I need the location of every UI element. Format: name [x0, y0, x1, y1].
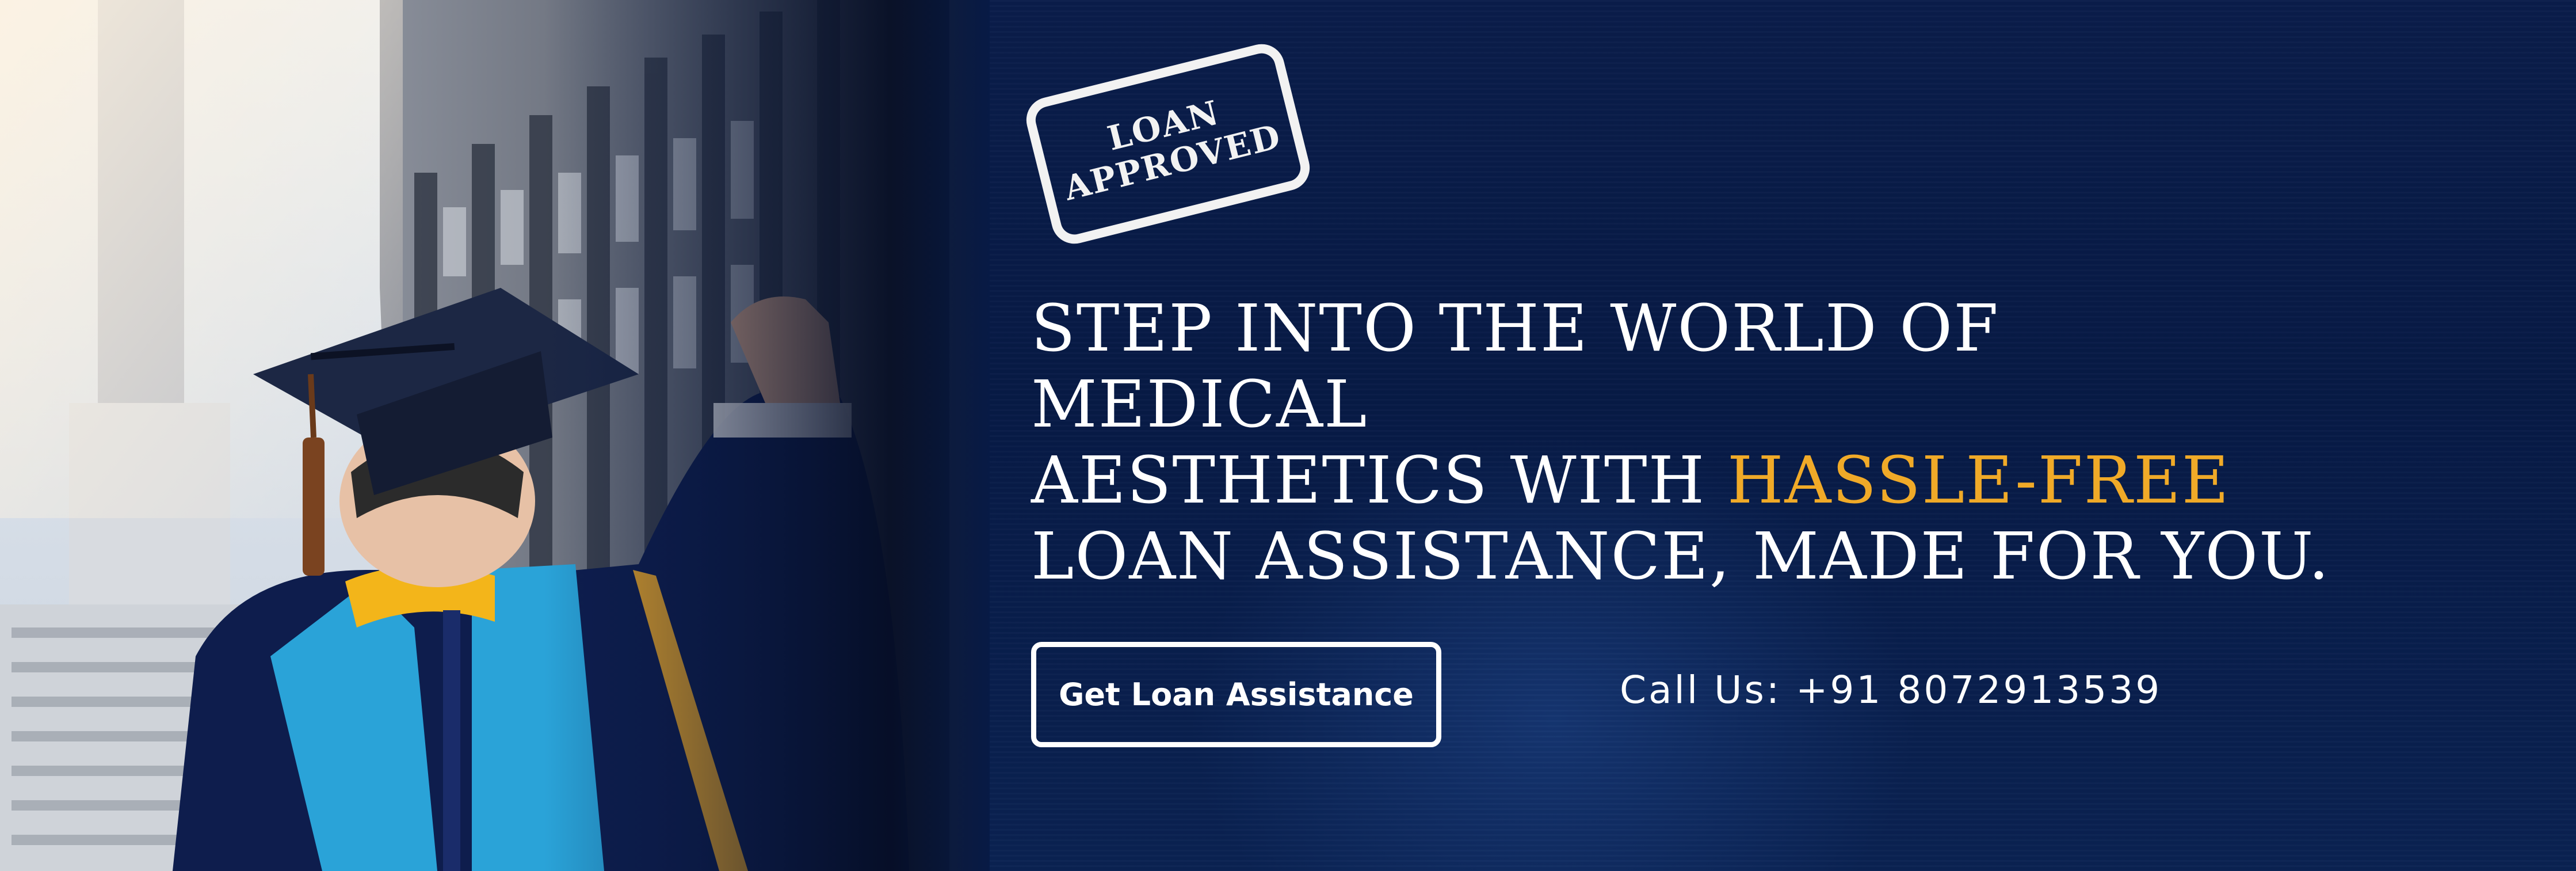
headline-accent: HASSLE-FREE [1727, 443, 2230, 518]
hero-headline: STEP INTO THE WORLD OF MEDICAL AESTHETIC… [1031, 291, 2354, 595]
stamp-label: LOAN APPROVED [1021, 39, 1314, 249]
get-loan-assistance-button[interactable]: Get Loan Assistance [1031, 642, 1441, 747]
loan-approved-stamp: LOAN APPROVED [1021, 39, 1315, 249]
call-us-phone[interactable]: Call Us: +91 8072913539 [1620, 668, 2162, 712]
headline-line-3: LOAN ASSISTANCE, MADE FOR YOU. [1031, 519, 2330, 594]
graduate-photo [0, 0, 990, 871]
headline-line-2-start: AESTHETICS WITH [1031, 443, 1727, 518]
loan-banner: LOAN APPROVED STEP INTO THE WORLD OF MED… [0, 0, 2576, 871]
headline-line-1: STEP INTO THE WORLD OF MEDICAL [1031, 291, 1999, 442]
